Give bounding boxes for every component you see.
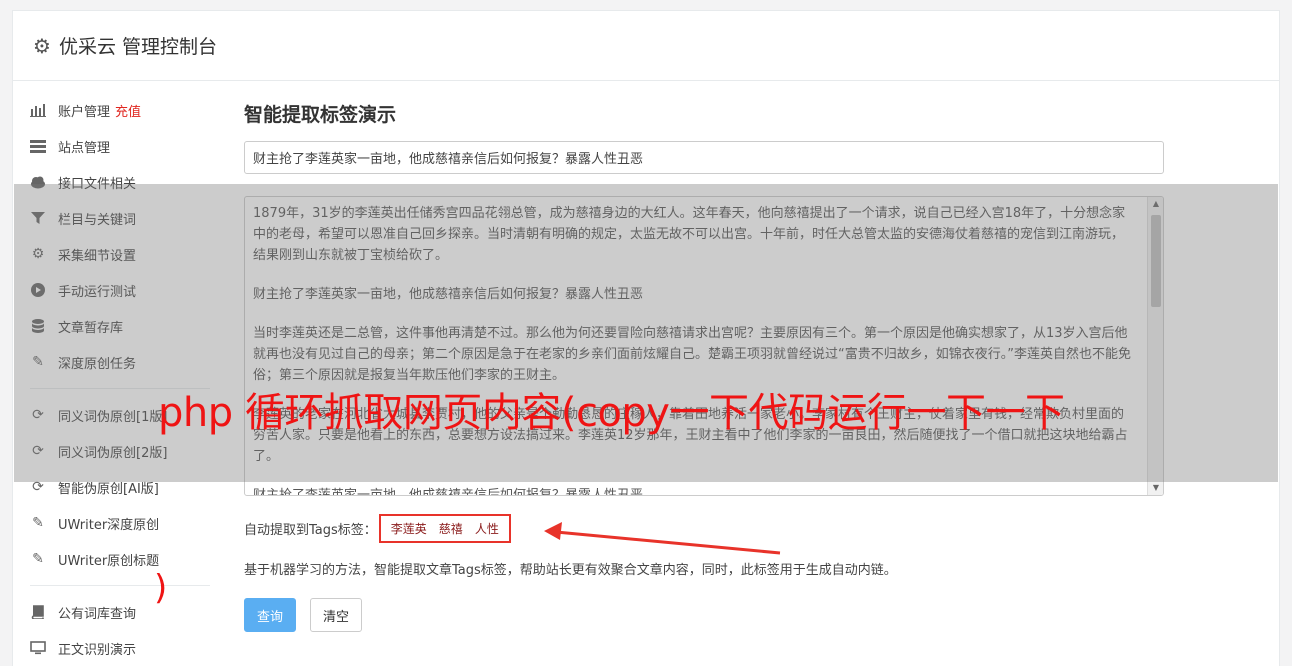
sidebar-item-sites[interactable]: 站点管理 — [30, 128, 210, 164]
gear-icon: ⚙ — [33, 33, 51, 58]
overlay-paren: ) — [154, 568, 168, 608]
feature-description: 基于机器学习的方法，智能提取文章Tags标签，帮助站长更有效聚合文章内容，同时，… — [244, 563, 897, 578]
cloud-upload-icon — [30, 174, 46, 190]
sidebar-item-label: 公有词库查询 — [58, 606, 137, 622]
tags-row: 自动提取到Tags标签： 李莲英 慈禧 人性 — [244, 514, 1164, 543]
scroll-up-icon[interactable]: ▲ — [1148, 197, 1163, 211]
edit-icon: ✎ — [32, 551, 44, 567]
sidebar-item-label: UWriter原创标题 — [58, 553, 160, 569]
sidebar-item-label: 手动运行测试 — [58, 284, 137, 300]
sidebar-item-text-recognition[interactable]: 正文识别演示 — [30, 630, 210, 666]
sidebar-item-label: 同义词伪原创[2版] — [58, 445, 168, 461]
sidebar-item-account[interactable]: 账户管理 充值 — [30, 92, 210, 128]
query-button[interactable]: 查询 — [244, 598, 297, 632]
sidebar-item-label: 采集细节设置 — [58, 248, 137, 264]
page-title: 优采云 管理控制台 — [58, 36, 217, 58]
refresh-icon: ⟳ — [32, 407, 44, 423]
sidebar-item-columns-keywords[interactable]: 栏目与关键词 — [30, 200, 210, 236]
tags-label: 自动提取到Tags标签： — [244, 523, 377, 538]
tags-box: 李莲英 慈禧 人性 — [378, 514, 511, 543]
tag-item: 慈禧 — [438, 522, 463, 536]
sidebar-item-label: 正文识别演示 — [58, 642, 137, 658]
content-paragraph: 当时李莲英还是二总管，这件事他再清楚不过。那么他为何还要冒险向慈禧请求出宫呢？主… — [253, 326, 1131, 383]
sidebar-item-ai-rewrite[interactable]: ⟳ 智能伪原创[AI版] — [30, 469, 210, 505]
article-title-input[interactable] — [244, 141, 1164, 174]
overlay-caption: php 循环抓取网页内容(copy一下代码运行一下一下 — [158, 390, 1065, 436]
content-paragraph: 财主抢了李莲英家一亩地，他成慈禧亲信后如何报复？暴露人性丑恶 — [253, 287, 644, 302]
content-paragraph: 财主抢了李莲英家一亩地，他成慈禧亲信后如何报复？暴露人性丑恶 — [253, 488, 644, 496]
section-title: 智能提取标签演示 — [244, 104, 397, 126]
tag-item: 人性 — [474, 522, 499, 536]
sidebar-item-interface[interactable]: 接口文件相关 — [30, 164, 210, 200]
sidebar-item-uwriter-title[interactable]: ✎ UWriter原创标题 — [30, 541, 210, 577]
sidebar-item-deep-original[interactable]: ✎ 深度原创任务 — [30, 344, 210, 380]
sidebar-item-uwriter-deep[interactable]: ✎ UWriter深度原创 — [30, 505, 210, 541]
sidebar-item-label: 深度原创任务 — [58, 356, 137, 372]
scroll-down-icon[interactable]: ▼ — [1148, 481, 1163, 495]
sidebar-item-article-store[interactable]: 文章暂存库 — [30, 308, 210, 344]
sidebar-item-label: 文章暂存库 — [58, 320, 124, 336]
sidebar-item-collect-settings[interactable]: ⚙ 采集细节设置 — [30, 236, 210, 272]
scrollbar-thumb[interactable] — [1151, 215, 1161, 307]
filter-icon — [30, 210, 46, 226]
sidebar-item-label: UWriter深度原创 — [58, 517, 160, 533]
content-paragraph: 1879年，31岁的李莲英出任储秀宫四品花翎总管，成为慈禧身边的大红人。这年春天… — [253, 206, 1126, 263]
sidebar-item-label: 智能伪原创[AI版] — [58, 481, 159, 497]
play-circle-icon — [30, 282, 46, 298]
sidebar-item-label: 站点管理 — [58, 140, 111, 156]
gears-icon: ⚙ — [31, 246, 45, 262]
sidebar-item-label: 账户管理 — [58, 104, 111, 120]
sidebar-item-label: 栏目与关键词 — [58, 212, 137, 228]
refresh-icon: ⟳ — [32, 443, 44, 459]
article-content-textarea[interactable]: 1879年，31岁的李莲英出任储秀宫四品花翎总管，成为慈禧身边的大红人。这年春天… — [244, 196, 1164, 496]
sidebar-item-synonym-v2[interactable]: ⟳ 同义词伪原创[2版] — [30, 433, 210, 469]
content-scrollbar[interactable]: ▲ ▼ — [1147, 197, 1163, 495]
book-icon — [30, 604, 46, 620]
clear-button[interactable]: 清空 — [310, 598, 363, 632]
bar-chart-icon — [30, 102, 46, 118]
edit-icon: ✎ — [32, 515, 44, 531]
sidebar-item-public-lexicon[interactable]: 公有词库查询 — [30, 594, 210, 630]
database-icon — [30, 318, 46, 334]
sidebar-item-label: 接口文件相关 — [58, 176, 137, 192]
sidebar-item-label: 同义词伪原创[1版] — [58, 409, 168, 425]
sidebar-divider — [30, 585, 210, 586]
tag-item: 李莲英 — [390, 522, 427, 536]
button-row: 查询 清空 — [244, 598, 1164, 632]
edit-icon: ✎ — [32, 354, 44, 370]
server-icon — [30, 138, 46, 154]
sidebar-item-manual-test[interactable]: 手动运行测试 — [30, 272, 210, 308]
main-content: 智能提取标签演示 1879年，31岁的李莲英出任储秀宫四品花翎总管，成为慈禧身边… — [244, 100, 1164, 632]
monitor-icon — [30, 640, 46, 656]
panel-header: ⚙ 优采云 管理控制台 — [13, 11, 1279, 81]
refresh-icon: ⟳ — [32, 479, 44, 495]
sidebar: 账户管理 充值 站点管理 接口文件相关 栏目与关键词 ⚙ 采集细节设置 手动运行… — [30, 92, 210, 666]
recharge-link[interactable]: 充值 — [115, 101, 141, 120]
